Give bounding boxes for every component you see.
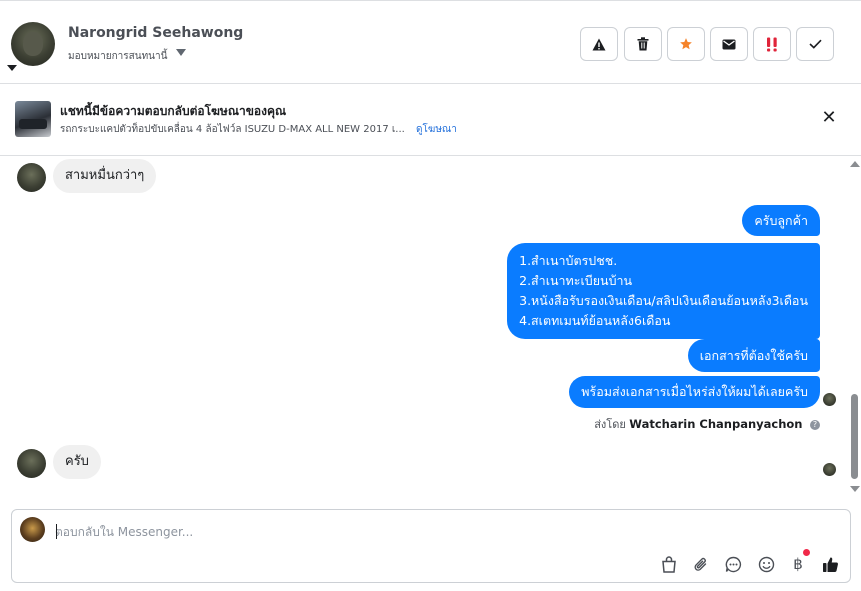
assign-conversation-label[interactable]: มอบหมายการสนทนานี้ [68,49,167,64]
paperclip-icon[interactable] [691,554,711,574]
document-list-item: 1.สำเนาบัตรปชช. [519,253,618,268]
info-icon[interactable]: ? [810,420,820,430]
mark-unread-button[interactable] [710,27,748,61]
sent-by-name: Watcharin Chanpanyachon [629,417,803,431]
message-thread[interactable]: สามหมื่นกว่าๆ ครับลูกค้า 1.สำเนาบัตรปชช.… [0,156,848,498]
thumbs-up-icon[interactable] [820,554,840,574]
ad-reply-banner: แชทนี้มีข้อความตอบกลับต่อโฆษณาของคุณ รถก… [0,84,861,156]
warning-icon [592,38,606,50]
incoming-message[interactable]: สามหมื่นกว่าๆ [53,159,157,193]
reply-composer: ฿ [11,509,851,583]
conversation-header: Narongrid Seehawong มอบหมายการสนทนานี้ [0,0,861,84]
view-ad-link[interactable]: ดูโฆษณา [416,124,457,135]
sent-by-prefix: ส่งโดย [594,418,626,431]
baht-payment-icon[interactable]: ฿ [788,554,808,574]
avatar-menu-caret-icon[interactable] [7,65,17,71]
text-caret [56,524,57,539]
page-avatar [20,517,45,542]
sender-avatar[interactable] [17,449,46,478]
reply-input[interactable] [55,522,815,542]
outgoing-message-list[interactable]: 1.สำเนาบัตรปชช. 2.สำเนาทะเบียนบ้าน 3.หนั… [507,243,820,339]
seen-indicator-avatar [823,463,836,476]
outgoing-message[interactable]: เอกสารที่ต้องใช้ครับ [687,339,820,372]
message-scrollbar[interactable] [848,156,861,498]
delete-button[interactable] [624,27,662,61]
document-list-item: 2.สำเนาทะเบียนบ้าน [519,273,633,288]
mark-spam-button[interactable] [580,27,618,61]
shopping-bag-icon[interactable] [659,554,679,574]
ad-banner-title: แชทนี้มีข้อความตอบกลับต่อโฆษณาของคุณ [60,104,287,118]
contact-name[interactable]: Narongrid Seehawong [68,25,243,41]
assign-dropdown-icon[interactable] [176,49,186,56]
sender-avatar[interactable] [17,163,46,192]
scroll-down-arrow-icon[interactable] [850,486,860,492]
close-icon[interactable]: ✕ [819,108,839,128]
star-icon [680,38,692,50]
sent-by-label: ส่งโดย Watcharin Chanpanyachon ? [594,415,820,433]
trash-icon [637,37,649,51]
ad-thumbnail[interactable] [15,101,51,137]
outgoing-message[interactable]: ครับลูกค้า [742,205,820,236]
incoming-message[interactable]: ครับ [53,445,101,479]
mark-done-button[interactable] [796,27,834,61]
document-list-item: 3.หนังสือรับรองเงินเดือน/สลิปเงินเดือนย้… [519,293,808,308]
seen-indicator-avatar [823,393,836,406]
follow-up-button[interactable] [667,27,705,61]
emoji-icon[interactable] [756,554,776,574]
outgoing-message[interactable]: พร้อมส่งเอกสารเมื่อไหร่ส่งให้ผมได้เลยครั… [569,376,820,408]
ad-description-row: รถกระบะแคปตัวท็อปขับเคลื่อน 4 ล้อไฟว์ล I… [60,122,457,137]
saved-replies-icon[interactable] [723,554,743,574]
envelope-icon [722,39,736,49]
document-list-item: 4.สเตทเมนท์ย้อนหลัง6เดือน [519,313,671,328]
scroll-up-arrow-icon[interactable] [850,161,860,167]
priority-button[interactable] [753,27,791,61]
notification-dot [803,549,810,556]
check-icon [808,39,822,49]
exclamation-icon [767,37,777,51]
ad-description: รถกระบะแคปตัวท็อปขับเคลื่อน 4 ล้อไฟว์ล I… [60,124,405,135]
contact-avatar[interactable] [11,22,55,66]
scroll-thumb[interactable] [851,394,858,479]
